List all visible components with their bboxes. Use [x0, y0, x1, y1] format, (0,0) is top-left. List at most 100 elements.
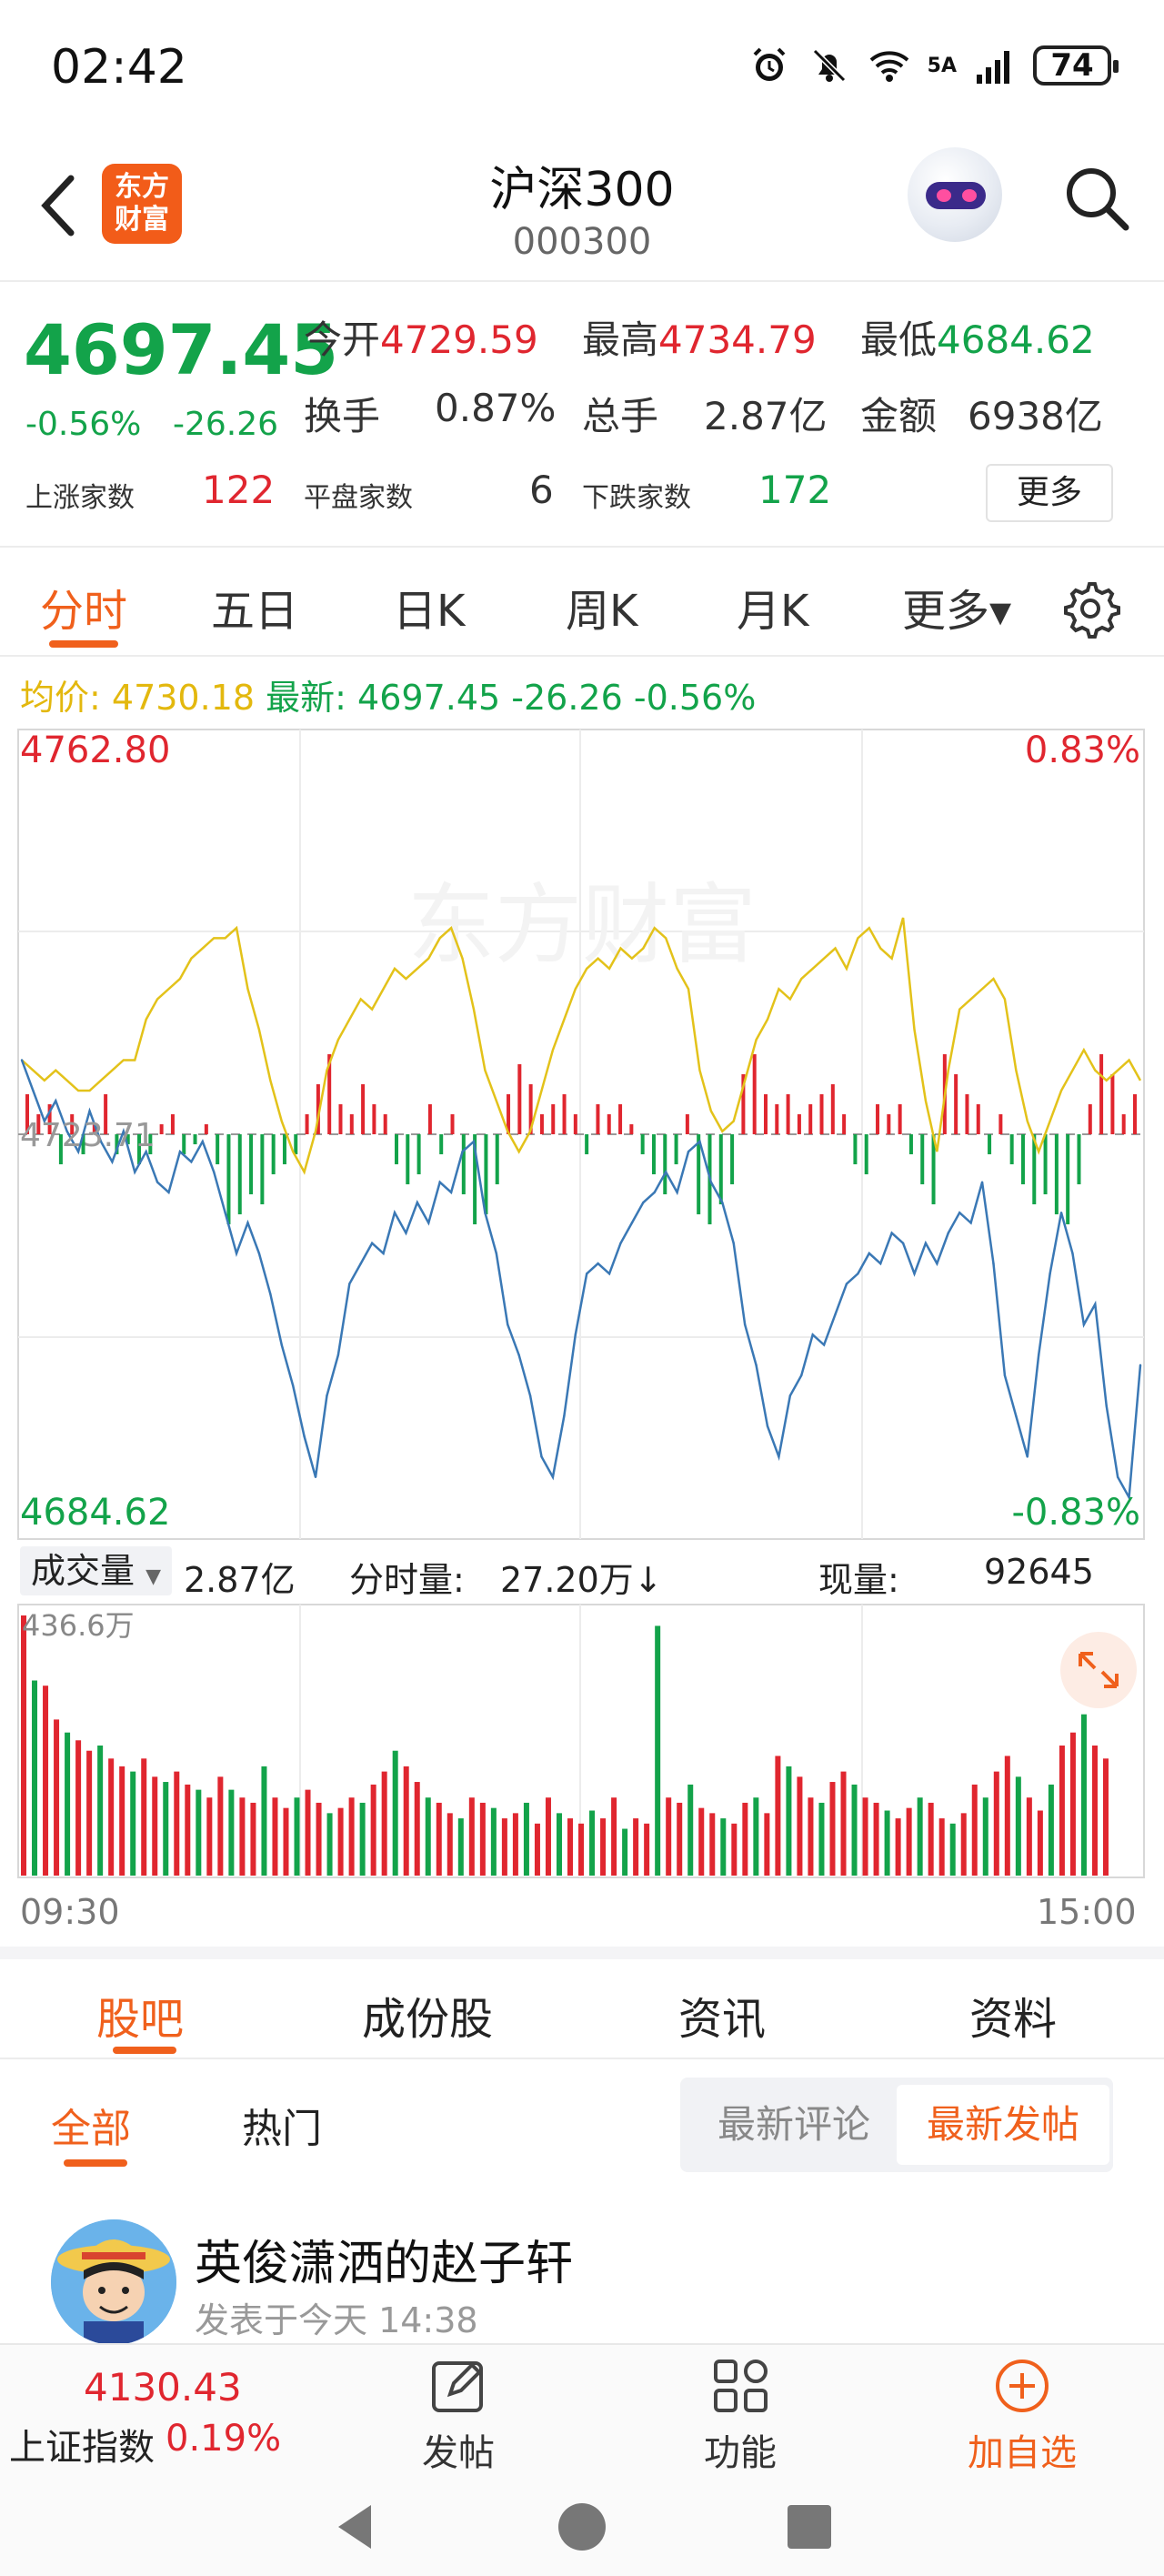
price-point-62 [721, 1201, 724, 1204]
volume-bar-53 [600, 1818, 607, 1876]
intraday-chart[interactable]: 东方财富 4762.80 0.83% 4684.62 -0.83% 4723.7… [0, 728, 1164, 1546]
volume-bar-74 [829, 1782, 836, 1876]
expand-icon[interactable] [1060, 1632, 1137, 1708]
section-tab-indicator [113, 2047, 176, 2054]
volume-bar-93 [1037, 1810, 1043, 1876]
tab-intraday[interactable]: 分时 [40, 575, 127, 639]
tab-constituents[interactable]: 成份股 [362, 1983, 493, 2047]
tab-all-posts[interactable]: 全部 [51, 2096, 131, 2154]
volume-bar-44 [501, 1818, 507, 1876]
sh-index-name[interactable]: 上证指数 [9, 2418, 155, 2470]
top-nav-bar: 东方 财富 沪深300 000300 [0, 136, 1164, 282]
net-flow-bar-28 [338, 1104, 343, 1134]
bottom-bar: 4130.43 上证指数 0.19% 发帖 功能 加自选 [0, 2343, 1164, 2481]
net-flow-bar-62 [718, 1134, 723, 1204]
price-point-45 [528, 1394, 532, 1397]
volume-bar-94 [1048, 1784, 1054, 1876]
price-point-80 [924, 1242, 928, 1244]
volume-label: 总手 [582, 394, 659, 438]
tab-profile[interactable]: 资料 [969, 1983, 1057, 2047]
sort-latest-post[interactable]: 最新发帖 [897, 2085, 1109, 2165]
system-back-icon[interactable] [331, 2500, 382, 2554]
volume-bar-23 [272, 1797, 278, 1876]
volume-bar-1 [32, 1680, 38, 1876]
price-point-99 [1139, 1363, 1142, 1367]
price-point-41 [484, 1211, 487, 1214]
sh-index-value[interactable]: 4130.43 [84, 2365, 242, 2410]
post-meta: 发表于今天 14:38 [195, 2300, 478, 2340]
high-stat: 最高4734.79 [582, 309, 817, 365]
tab-weekly-k[interactable]: 周K [566, 575, 637, 639]
edit-icon [432, 2361, 483, 2412]
net-flow-bar-84 [965, 1094, 969, 1134]
net-flow-bar-17 [216, 1134, 220, 1164]
net-flow-bar-77 [887, 1114, 891, 1134]
back-arrow-icon[interactable] [31, 169, 89, 242]
active-tab-indicator [49, 640, 118, 648]
sh-index-percent[interactable]: 0.19% [166, 2418, 281, 2460]
volume-bar-27 [316, 1802, 322, 1876]
high-label: 最高 [582, 317, 659, 362]
volume-bar-32 [370, 1784, 376, 1876]
tab-more[interactable]: 更多▾ [902, 575, 1011, 639]
price-point-95 [1094, 1303, 1097, 1306]
volume-bar-62 [698, 1807, 705, 1876]
tab-news[interactable]: 资讯 [678, 1983, 766, 2047]
volume-bar-12 [152, 1776, 158, 1876]
stock-code: 000300 [512, 221, 652, 263]
system-home-icon[interactable] [557, 2500, 607, 2554]
volume-bar-41 [468, 1797, 475, 1876]
price-point-33 [393, 1211, 396, 1214]
tab-daily-k[interactable]: 日K [393, 575, 465, 639]
price-point-82 [947, 1232, 949, 1234]
price-point-22 [269, 1293, 272, 1295]
price-point-67 [778, 1455, 780, 1458]
net-flow-bar-37 [439, 1134, 444, 1154]
volume-bar-24 [283, 1807, 289, 1876]
volume-bar-47 [534, 1823, 540, 1876]
sort-latest-comment[interactable]: 最新评论 [687, 2085, 900, 2165]
system-recents-icon[interactable] [784, 2500, 835, 2554]
gear-icon[interactable] [1060, 579, 1120, 639]
volume-bar-88 [982, 1797, 988, 1876]
add-watchlist-label: 加自选 [968, 2432, 1077, 2474]
net-flow-bar-59 [685, 1114, 689, 1134]
volume-max-label: 436.6万 [22, 1608, 135, 1643]
tab-five-day[interactable]: 五日 [211, 575, 298, 639]
search-icon[interactable] [1060, 162, 1133, 235]
price-point-56 [653, 1191, 656, 1194]
post-author[interactable]: 英俊潇洒的赵子轩 [195, 2225, 573, 2293]
volume-bar-97 [1080, 1714, 1087, 1876]
price-point-93 [1071, 1252, 1074, 1255]
add-watchlist-button[interactable]: 加自选 [949, 2354, 1095, 2476]
volume-bar-30 [348, 1797, 355, 1876]
tab-guba[interactable]: 股吧 [96, 1983, 184, 2047]
features-button[interactable]: 功能 [667, 2354, 813, 2476]
net-flow-bar-94 [1077, 1134, 1081, 1184]
price-point-58 [676, 1191, 678, 1194]
volume-indicator-dropdown[interactable]: 成交量 ▼ [20, 1546, 173, 1595]
latest-value: 4697.45 [357, 678, 501, 718]
list-item[interactable]: 英俊潇洒的赵子轩 发表于今天 14:38 [0, 2201, 1164, 2347]
volume-bar-50 [567, 1818, 574, 1876]
post-button[interactable]: 发帖 [386, 2354, 531, 2476]
volume-bar-16 [196, 1789, 202, 1876]
volume-chart[interactable]: 436.6万 [0, 1603, 1164, 1883]
price-point-55 [642, 1201, 645, 1204]
chart-period-tabs: 分时 五日 日K 周K 月K 更多▾ [0, 548, 1164, 657]
tab-hot-posts[interactable]: 热门 [242, 2096, 322, 2154]
net-flow-bar-73 [842, 1114, 847, 1134]
volume-bar-25 [294, 1797, 300, 1876]
down-count: 172 [758, 468, 832, 512]
volume-bar-96 [1069, 1732, 1076, 1876]
price-point-96 [1105, 1404, 1108, 1407]
tab-monthly-k[interactable]: 月K [737, 575, 808, 639]
ai-assistant-icon[interactable] [908, 147, 1002, 242]
latest-label: 最新: [266, 678, 346, 718]
avatar[interactable] [51, 2219, 176, 2345]
net-flow-bar-13 [170, 1114, 175, 1134]
price-point-71 [822, 1343, 826, 1346]
price-point-20 [246, 1222, 249, 1224]
more-stats-button[interactable]: 更多 [986, 464, 1113, 522]
net-flow-bar-79 [908, 1134, 913, 1154]
